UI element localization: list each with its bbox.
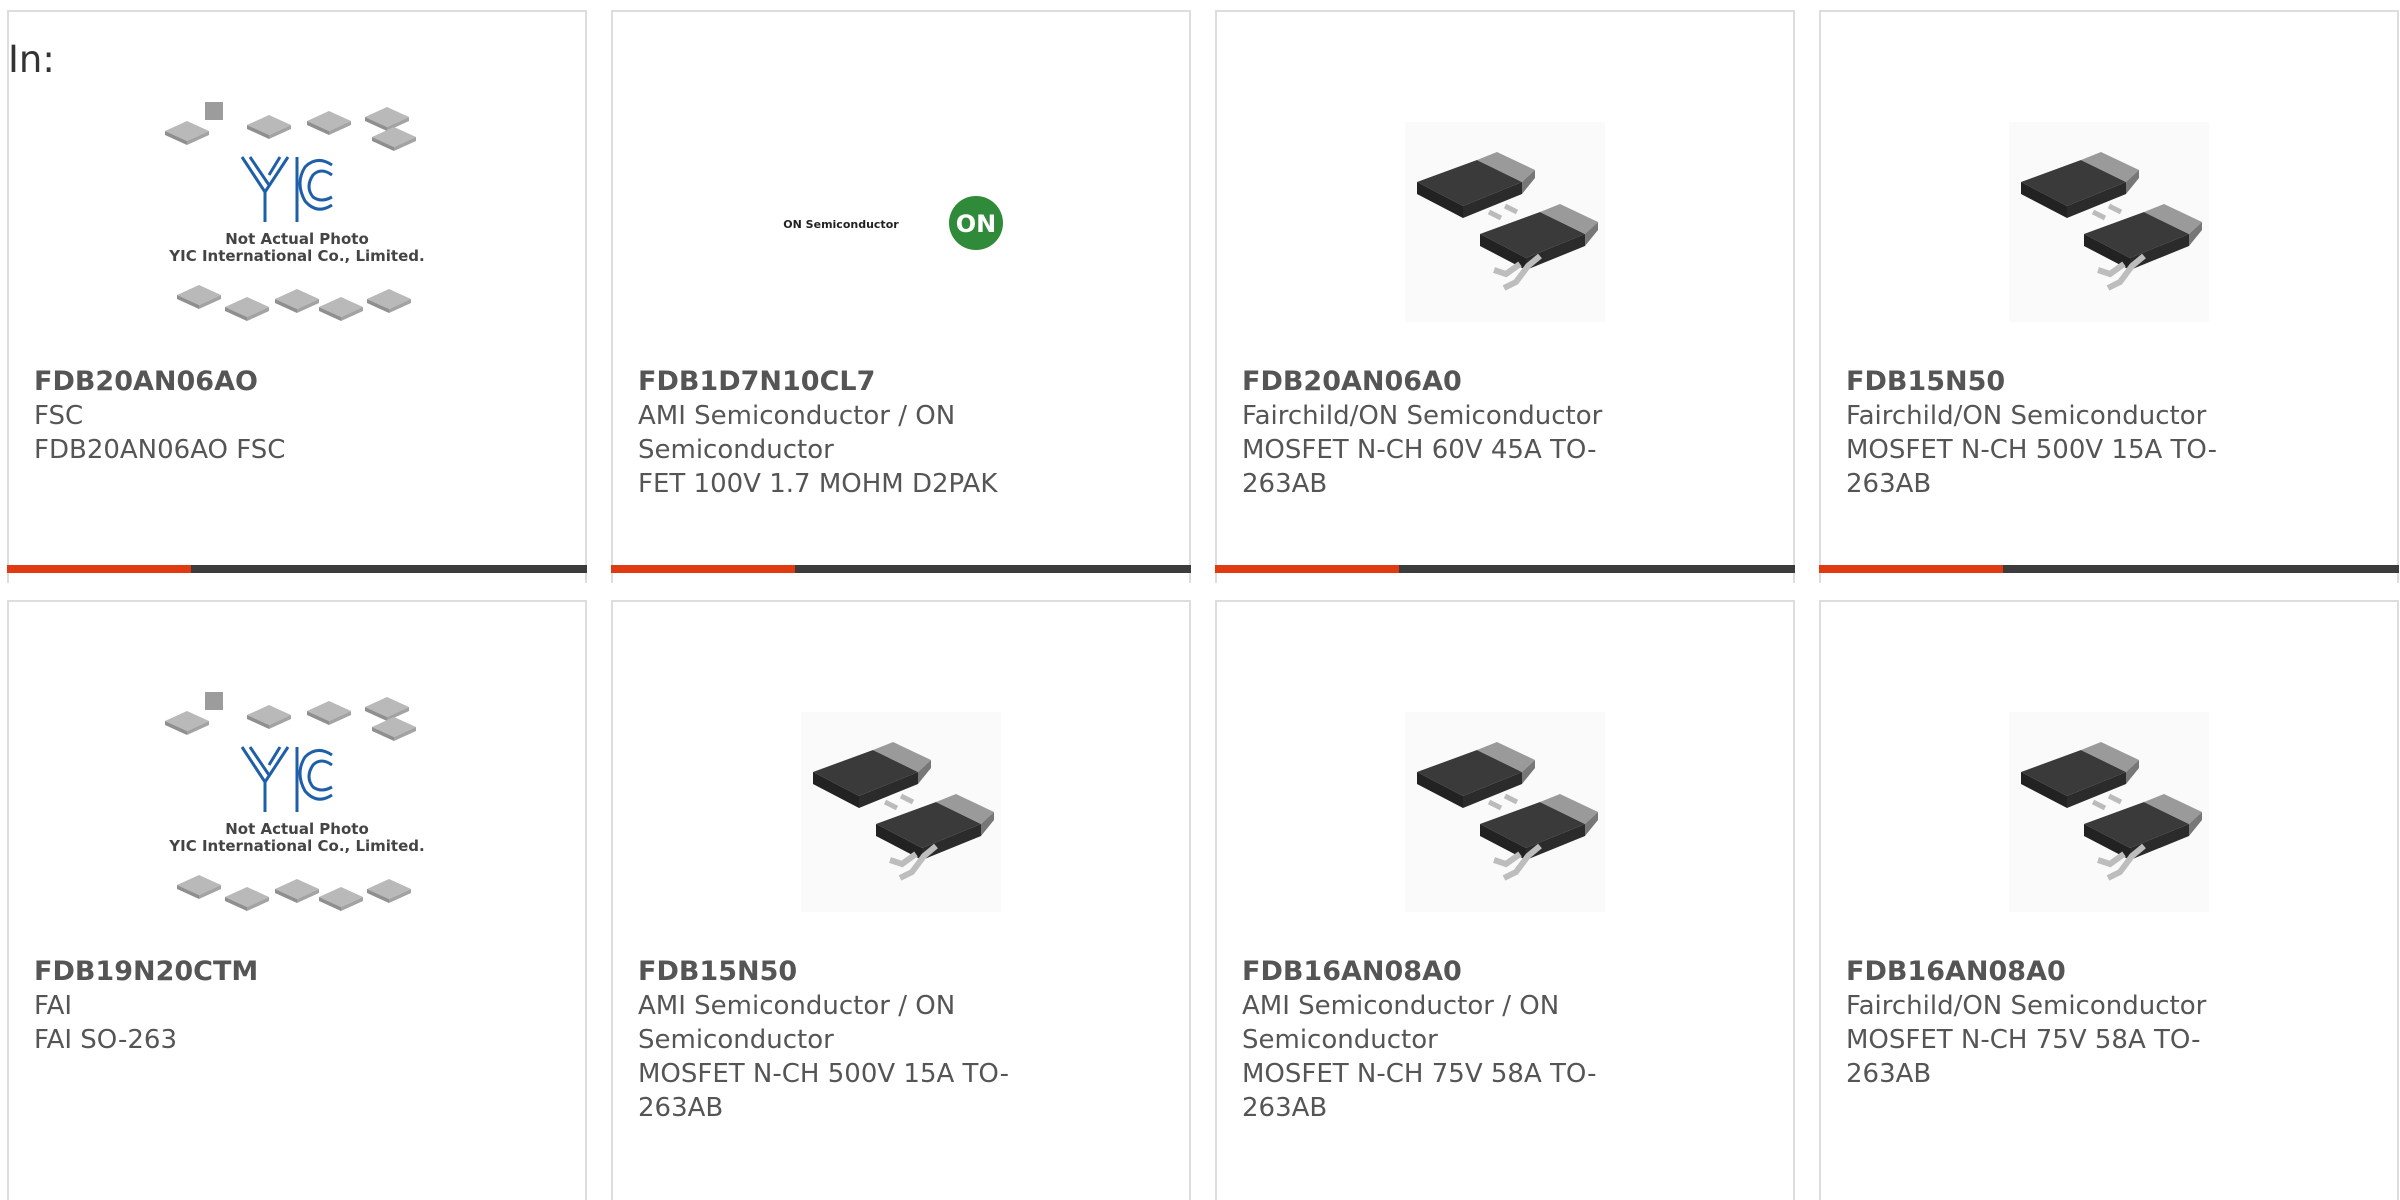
placeholder-line1: Not Actual Photo [225, 820, 369, 838]
description: MOSFET N-CH 75V 58A TO-263AB [1846, 1025, 2201, 1089]
product-image[interactable] [1217, 92, 1793, 352]
card-bar-accent [7, 565, 191, 573]
placeholder-line2: YIC International Co., Limited. [168, 837, 424, 855]
placeholder-line2: YIC International Co., Limited. [168, 247, 424, 265]
description: MOSFET N-CH 500V 15A TO-263AB [638, 1059, 1009, 1123]
on-semiconductor-logo: ON Semiconductor ON [783, 196, 1003, 250]
product-image[interactable] [1821, 92, 2397, 352]
product-card[interactable]: FDB16AN08A0 AMI Semiconductor / ON Semic… [1215, 600, 1795, 1200]
to263-package-image [1405, 122, 1605, 322]
part-number[interactable]: FDB19N20CTM [34, 956, 258, 987]
to263-package-image [2009, 712, 2209, 912]
product-image[interactable] [1217, 682, 1793, 942]
description: FET 100V 1.7 MOHM D2PAK [638, 469, 998, 499]
description: MOSFET N-CH 60V 45A TO-263AB [1242, 435, 1597, 499]
yic-placeholder-image: Not Actual Photo YIC International Co., … [165, 102, 425, 321]
card-bar [7, 565, 587, 573]
card-bar [611, 565, 1191, 573]
to263-package-image [801, 712, 1001, 912]
part-number[interactable]: FDB20AN06AO [34, 366, 258, 397]
manufacturer: AMI Semiconductor / ON Semiconductor [638, 991, 956, 1055]
description: MOSFET N-CH 500V 15A TO-263AB [1846, 435, 2217, 499]
manufacturer: FSC [34, 401, 84, 431]
product-card[interactable]: FDB20AN06A0 Fairchild/ON Semiconductor M… [1215, 10, 1795, 583]
card-bar-accent [1819, 565, 2003, 573]
manufacturer: Fairchild/ON Semiconductor [1846, 401, 2207, 431]
manufacturer: FAI [34, 991, 73, 1021]
card-bar-accent [611, 565, 795, 573]
card-bar-accent [1215, 565, 1399, 573]
product-image[interactable]: Not Actual Photo YIC International Co., … [9, 92, 585, 352]
on-logo-badge: ON [956, 210, 997, 238]
product-image[interactable] [613, 682, 1189, 942]
filter-label: In: [8, 38, 55, 81]
description: MOSFET N-CH 75V 58A TO-263AB [1242, 1059, 1597, 1123]
product-card[interactable]: ON Semiconductor ON FDB1D7N10CL7 AMI Sem… [611, 10, 1191, 583]
to263-package-image [1405, 712, 1605, 912]
card-bar [1819, 565, 2399, 573]
manufacturer: AMI Semiconductor / ON Semiconductor [1242, 991, 1560, 1055]
description: FAI SO-263 [34, 1025, 177, 1055]
placeholder-line1: Not Actual Photo [225, 230, 369, 248]
product-image[interactable] [1821, 682, 2397, 942]
yic-placeholder-image: Not Actual Photo YIC International Co., … [165, 692, 425, 911]
manufacturer: Fairchild/ON Semiconductor [1242, 401, 1603, 431]
to263-package-image [2009, 122, 2209, 322]
on-logo-text: ON Semiconductor [783, 218, 899, 231]
part-number[interactable]: FDB16AN08A0 [1242, 956, 1462, 987]
part-number[interactable]: FDB15N50 [638, 956, 797, 987]
product-card[interactable]: FDB15N50 Fairchild/ON Semiconductor MOSF… [1819, 10, 2399, 583]
product-card[interactable]: Not Actual Photo YIC International Co., … [7, 600, 587, 1200]
card-bar [1215, 565, 1795, 573]
product-image[interactable]: Not Actual Photo YIC International Co., … [9, 682, 585, 942]
product-card[interactable]: FDB15N50 AMI Semiconductor / ON Semicond… [611, 600, 1191, 1200]
part-number[interactable]: FDB1D7N10CL7 [638, 366, 875, 397]
product-image[interactable]: ON Semiconductor ON [613, 92, 1189, 352]
part-number[interactable]: FDB16AN08A0 [1846, 956, 2066, 987]
part-number[interactable]: FDB20AN06A0 [1242, 366, 1462, 397]
manufacturer: AMI Semiconductor / ON Semiconductor [638, 401, 956, 465]
description: FDB20AN06AO FSC [34, 435, 286, 465]
product-card[interactable]: Not Actual Photo YIC International Co., … [7, 10, 587, 583]
manufacturer: Fairchild/ON Semiconductor [1846, 991, 2207, 1021]
product-card[interactable]: FDB16AN08A0 Fairchild/ON Semiconductor M… [1819, 600, 2399, 1200]
part-number[interactable]: FDB15N50 [1846, 366, 2005, 397]
